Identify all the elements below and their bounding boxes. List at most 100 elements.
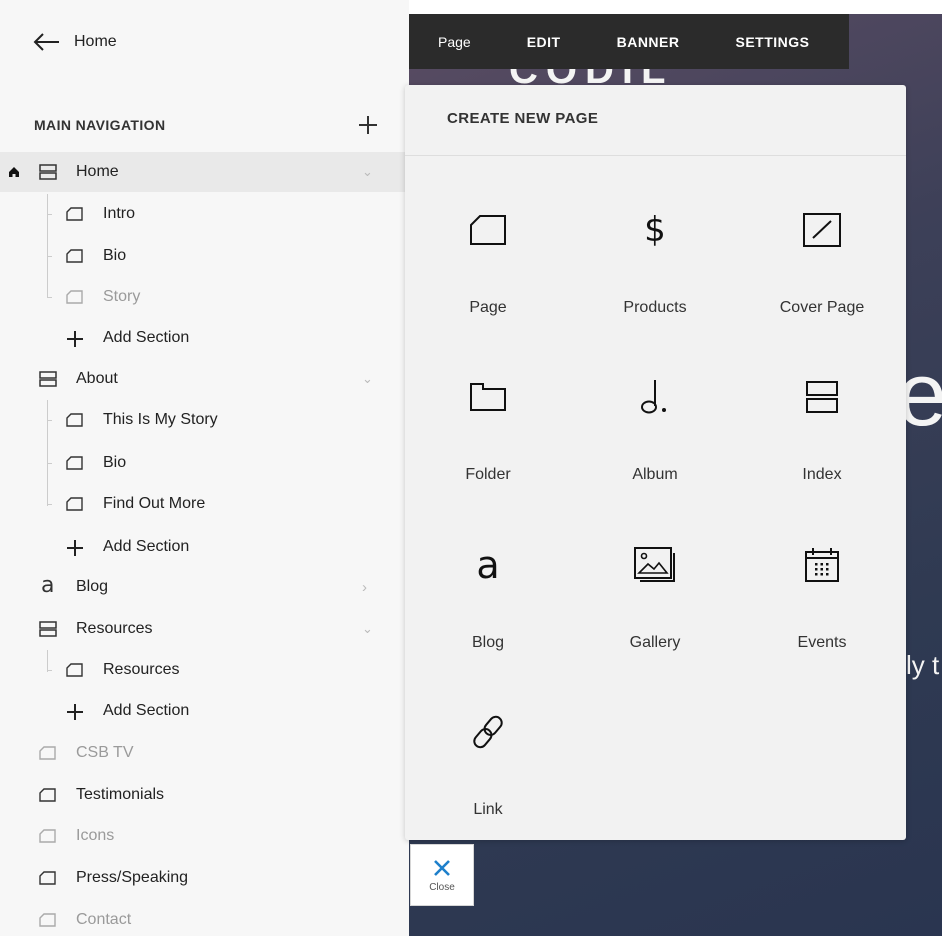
back-link-label: Home <box>74 33 117 50</box>
page-type-label: Page <box>469 299 507 316</box>
page-type-index[interactable]: Index <box>742 372 902 522</box>
close-icon <box>434 859 450 876</box>
tree-tick <box>47 214 52 215</box>
add-section-button[interactable]: Add Section <box>0 318 409 358</box>
tab-banner[interactable]: BANNER <box>617 34 680 50</box>
create-new-page-panel: CREATE NEW PAGE Page $ Products Cover Pa… <box>405 85 906 840</box>
nav-item-press-speaking[interactable]: Press/Speaking <box>0 858 409 898</box>
add-section-label: Add Section <box>103 329 190 346</box>
chevron-down-icon[interactable]: ⌄ <box>362 164 373 180</box>
page-icon <box>66 249 83 263</box>
panel-divider <box>405 155 906 156</box>
blog-icon: a <box>476 543 500 587</box>
page-icon <box>39 788 56 802</box>
nav-item-testimonials[interactable]: Testimonials <box>0 775 409 815</box>
nav-item-resources-page[interactable]: Resources <box>0 650 409 690</box>
nav-item-this-is-my-story[interactable]: This Is My Story <box>0 400 409 440</box>
page-icon <box>66 290 83 304</box>
main-navigation-header: MAIN NAVIGATION <box>34 114 379 136</box>
nav-item-label: Contact <box>76 911 132 928</box>
cover-page-icon <box>803 213 841 247</box>
add-section-button[interactable]: Add Section <box>0 691 409 731</box>
page-type-blog[interactable]: a Blog <box>408 540 568 690</box>
nav-item-blog[interactable]: a Blog › <box>0 567 409 607</box>
page-icon <box>66 663 83 677</box>
nav-item-label: Resources <box>103 661 180 678</box>
nav-item-find-out-more[interactable]: Find Out More <box>0 484 409 524</box>
chevron-down-icon[interactable]: ⌄ <box>362 371 373 387</box>
image-icon <box>634 547 675 582</box>
panel-title: CREATE NEW PAGE <box>447 110 599 127</box>
page-icon <box>470 215 506 245</box>
page-type-label: Folder <box>465 466 511 483</box>
nav-item-bio[interactable]: Bio <box>0 236 409 276</box>
page-type-label: Album <box>632 466 678 483</box>
page-icon <box>39 913 56 927</box>
close-button[interactable]: Close <box>410 844 474 906</box>
nav-item-label: Press/Speaking <box>76 869 189 886</box>
page-type-gallery[interactable]: Gallery <box>575 540 735 690</box>
page-type-label: Gallery <box>629 634 681 651</box>
folder-icon <box>470 383 506 411</box>
section-title: MAIN NAVIGATION <box>34 117 166 133</box>
calendar-icon <box>805 548 839 582</box>
nav-item-bio[interactable]: Bio <box>0 443 409 483</box>
arrow-left-icon <box>33 33 59 51</box>
nav-item-label: About <box>76 370 118 387</box>
add-page-button[interactable] <box>357 114 379 136</box>
page-type-label: Events <box>797 634 847 651</box>
page-type-page[interactable]: Page <box>408 205 568 355</box>
nav-item-label: CSB TV <box>76 744 134 761</box>
nav-item-about[interactable]: About ⌄ <box>0 359 409 399</box>
nav-item-label: Blog <box>76 578 109 595</box>
link-icon <box>473 715 503 749</box>
tab-edit[interactable]: EDIT <box>527 34 561 50</box>
nav-item-label: Home <box>76 163 119 180</box>
nav-item-label: Story <box>103 288 141 305</box>
nav-item-label: Icons <box>76 827 115 844</box>
page-type-album[interactable]: Album <box>575 372 735 522</box>
chevron-down-icon[interactable]: ⌄ <box>362 621 373 637</box>
page-icon <box>66 456 83 470</box>
plus-icon <box>67 540 83 556</box>
nav-item-intro[interactable]: Intro <box>0 194 409 234</box>
page-toolbar: Page EDIT BANNER SETTINGS <box>409 14 849 69</box>
page-type-events[interactable]: Events <box>742 540 902 690</box>
nav-item-label: Bio <box>103 454 127 471</box>
nav-item-label: Testimonials <box>76 786 165 803</box>
music-note-icon <box>641 380 666 414</box>
page-icon <box>39 746 56 760</box>
page-icon <box>66 413 83 427</box>
sidebar: Home MAIN NAVIGATION Home ⌄ Intro Bio St… <box>0 0 409 936</box>
page-icon <box>39 871 56 885</box>
nav-item-label: Find Out More <box>103 495 206 512</box>
add-section-button[interactable]: Add Section <box>0 527 409 567</box>
plus-icon <box>67 704 83 720</box>
nav-item-story[interactable]: Story <box>0 277 409 317</box>
page-type-label: Blog <box>471 634 505 651</box>
nav-item-home[interactable]: Home ⌄ <box>0 152 409 192</box>
nav-item-resources[interactable]: Resources ⌄ <box>0 609 409 649</box>
page-type-label: Index <box>802 466 842 483</box>
back-home-link[interactable]: Home <box>32 28 117 56</box>
nav-item-label: This Is My Story <box>103 411 218 428</box>
nav-item-contact[interactable]: Contact <box>0 900 409 936</box>
add-section-label: Add Section <box>103 538 190 555</box>
page-type-label: Cover Page <box>779 299 865 316</box>
chevron-right-icon[interactable]: › <box>362 579 367 596</box>
page-type-link[interactable]: Link <box>408 707 568 857</box>
page-type-folder[interactable]: Folder <box>408 372 568 522</box>
nav-item-icons[interactable]: Icons <box>0 816 409 856</box>
page-icon <box>66 497 83 511</box>
tree-tick <box>47 297 52 298</box>
page-type-label: Products <box>623 299 687 316</box>
nav-item-csb-tv[interactable]: CSB TV <box>0 733 409 773</box>
page-type-cover-page[interactable]: Cover Page <box>742 205 902 355</box>
tab-settings[interactable]: SETTINGS <box>735 34 809 50</box>
plus-icon <box>67 331 83 347</box>
page-type-label: Link <box>473 801 503 818</box>
index-icon <box>39 164 57 180</box>
tab-page[interactable]: Page <box>438 34 471 50</box>
index-icon <box>39 371 57 387</box>
page-type-products[interactable]: $ Products <box>575 205 735 355</box>
